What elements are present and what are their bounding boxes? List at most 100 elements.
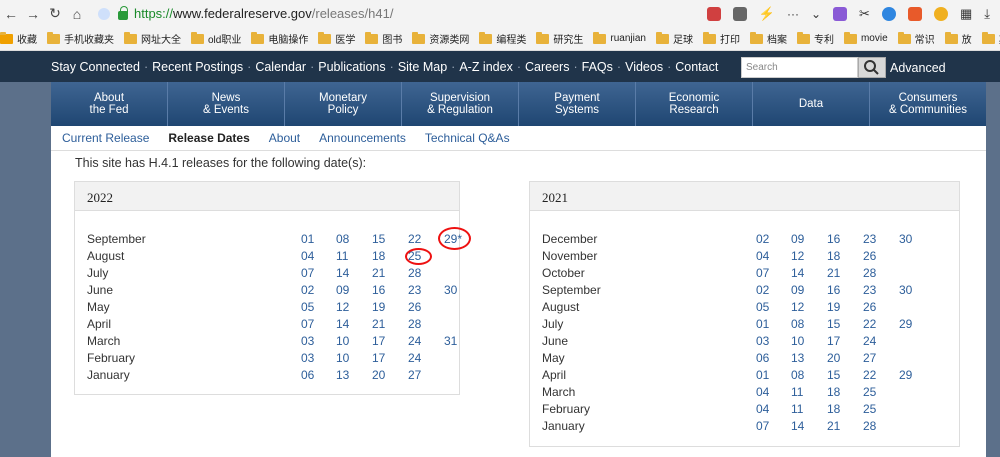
release-date-link[interactable]: 28 [408, 317, 421, 331]
release-date-link[interactable]: 31 [444, 334, 457, 348]
release-date-link[interactable]: 21 [827, 419, 840, 433]
more-icon[interactable]: ··· [787, 7, 799, 21]
release-date-link[interactable]: 04 [756, 402, 769, 416]
shield-icon[interactable] [933, 6, 948, 21]
release-date-link[interactable]: 19 [372, 300, 385, 314]
release-date-link[interactable]: 28 [863, 266, 876, 280]
lightning-icon[interactable]: ⚡ [759, 6, 775, 22]
utility-link[interactable]: Recent Postings [152, 60, 243, 74]
bookmark-item[interactable]: 常识 [897, 31, 935, 46]
extension-icon[interactable] [706, 6, 721, 21]
search-tool-icon[interactable] [881, 6, 896, 21]
release-date-link[interactable]: 03 [756, 334, 769, 348]
bookmark-item[interactable]: 手机收藏夹 [47, 31, 114, 46]
release-date-link[interactable]: 14 [791, 266, 804, 280]
utility-link[interactable]: Calendar [255, 60, 306, 74]
subnav-tab[interactable]: Technical Q&As [425, 131, 510, 145]
bookmark-item[interactable]: 专利 [796, 31, 834, 46]
back-icon[interactable]: ← [0, 6, 22, 22]
game-icon[interactable] [907, 6, 922, 21]
main-nav-item[interactable]: Supervision & Regulation [402, 82, 519, 126]
release-date-link[interactable]: 02 [756, 232, 769, 246]
release-date-link[interactable]: 26 [863, 300, 876, 314]
release-date-link[interactable]: 17 [372, 334, 385, 348]
chevron-down-icon[interactable]: ⌄ [811, 7, 821, 21]
release-date-link[interactable]: 06 [756, 351, 769, 365]
bookmark-item[interactable]: 其它收藏 [981, 31, 1000, 46]
bookmark-item[interactable]: 收藏 [0, 31, 37, 46]
release-date-link[interactable]: 01 [756, 317, 769, 331]
release-date-link[interactable]: 16 [827, 232, 840, 246]
release-date-link[interactable]: 08 [791, 317, 804, 331]
home-icon[interactable]: ⌂ [66, 6, 88, 22]
release-date-link[interactable]: 22 [863, 368, 876, 382]
release-date-link[interactable]: 24 [863, 334, 876, 348]
release-date-link[interactable]: 05 [756, 300, 769, 314]
release-date-link[interactable]: 29 [899, 317, 912, 331]
release-date-link[interactable]: 24 [408, 351, 421, 365]
utility-link[interactable]: Videos [625, 60, 663, 74]
release-date-link[interactable]: 07 [756, 419, 769, 433]
release-date-link[interactable]: 12 [791, 249, 804, 263]
reload-icon[interactable]: ↻ [44, 5, 66, 22]
release-date-link[interactable]: 18 [827, 402, 840, 416]
main-nav-item[interactable]: News & Events [168, 82, 285, 126]
release-date-link[interactable]: 26 [408, 300, 421, 314]
release-date-link[interactable]: 14 [336, 266, 349, 280]
release-date-link[interactable]: 16 [827, 283, 840, 297]
utility-link[interactable]: FAQs [582, 60, 613, 74]
utility-link[interactable]: Contact [675, 60, 718, 74]
site-info-icon[interactable] [98, 7, 110, 20]
main-nav-item[interactable]: Consumers & Communities [870, 82, 986, 126]
release-date-link[interactable]: 23 [408, 283, 421, 297]
release-date-link[interactable]: 23 [863, 283, 876, 297]
release-date-link[interactable]: 11 [791, 385, 803, 399]
address-bar[interactable]: https:// www.federalreserve.gov /release… [98, 0, 658, 27]
release-date-link[interactable]: 18 [372, 249, 385, 263]
utility-link[interactable]: Stay Connected [51, 60, 140, 74]
release-date-link[interactable]: 03 [301, 334, 314, 348]
advanced-search-link[interactable]: Advanced [890, 61, 946, 75]
bookmark-item[interactable]: 研究生 [536, 31, 583, 46]
release-date-link[interactable]: 04 [301, 249, 314, 263]
bookmark-item[interactable]: 档案 [749, 31, 787, 46]
bookmark-item[interactable]: movie [843, 31, 888, 44]
release-date-link[interactable]: 01 [756, 368, 769, 382]
forward-icon[interactable]: → [22, 6, 44, 22]
release-date-link[interactable]: 20 [827, 351, 840, 365]
bookmark-item[interactable]: 网址大全 [124, 31, 181, 46]
release-date-link[interactable]: 27 [863, 351, 876, 365]
bookmark-item[interactable]: 足球 [655, 31, 693, 46]
release-date-link[interactable]: 26 [863, 249, 876, 263]
release-date-link[interactable]: 17 [372, 351, 385, 365]
bookmark-item[interactable]: 图书 [365, 31, 402, 46]
release-date-link[interactable]: 30 [444, 283, 457, 297]
apps-grid-icon[interactable]: ▦ [960, 6, 972, 22]
release-date-link[interactable]: 22 [408, 232, 421, 246]
bookmark-item[interactable]: ruanjian [593, 31, 646, 44]
main-nav-item[interactable]: Payment Systems [519, 82, 636, 126]
release-date-link[interactable]: 22 [863, 317, 876, 331]
search-button[interactable] [858, 57, 886, 78]
release-date-link[interactable]: 10 [336, 334, 349, 348]
subnav-tab[interactable]: Current Release [62, 131, 149, 145]
subnav-tab[interactable]: About [269, 131, 300, 145]
release-date-link[interactable]: 13 [336, 368, 349, 382]
release-date-link[interactable]: 07 [301, 266, 314, 280]
bookmark-item[interactable]: 医学 [318, 31, 355, 46]
release-date-link[interactable]: 01 [301, 232, 314, 246]
release-date-link[interactable]: 23 [863, 232, 876, 246]
release-date-link[interactable]: 18 [827, 385, 840, 399]
utility-link[interactable]: Publications [318, 60, 385, 74]
release-date-link[interactable]: 28 [408, 266, 421, 280]
release-date-link[interactable]: 09 [791, 283, 804, 297]
release-date-link[interactable]: 15 [827, 368, 840, 382]
release-date-link[interactable]: 08 [791, 368, 804, 382]
release-date-link[interactable]: 25 [863, 385, 876, 399]
main-nav-item[interactable]: About the Fed [51, 82, 168, 126]
release-date-link[interactable]: 13 [791, 351, 804, 365]
app-icon[interactable] [833, 6, 848, 21]
release-date-link[interactable]: 14 [791, 419, 804, 433]
subnav-tab[interactable]: Announcements [319, 131, 406, 145]
release-date-link[interactable]: 04 [756, 249, 769, 263]
